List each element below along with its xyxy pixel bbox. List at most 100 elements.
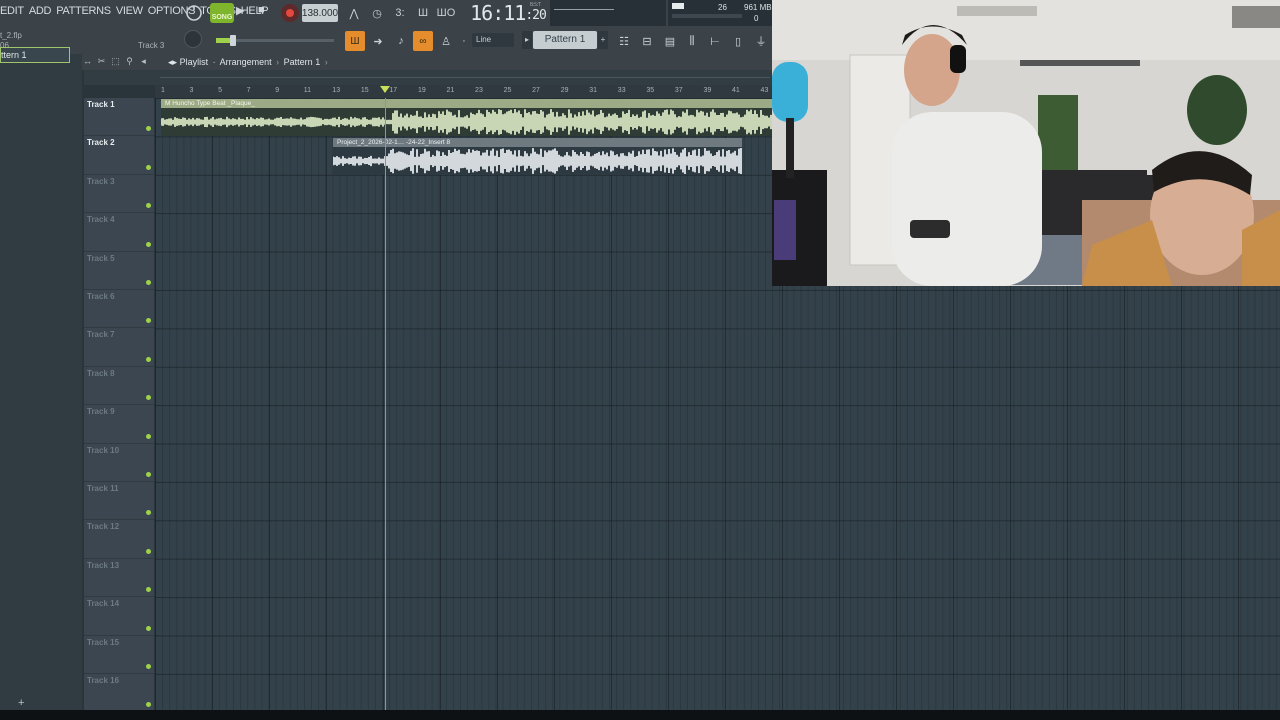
slip-tool-icon[interactable]: ↔ bbox=[82, 56, 93, 67]
track-header[interactable]: Track 8 bbox=[84, 367, 154, 406]
rack-icon: ⊟ bbox=[642, 35, 652, 48]
metronome-icon: ⋀ bbox=[349, 7, 359, 20]
track-header[interactable]: Track 6 bbox=[84, 290, 154, 329]
playback-tool-icon[interactable]: ◂ bbox=[138, 56, 149, 67]
step-edit-button[interactable]: Ш bbox=[413, 3, 433, 23]
track-header[interactable]: Track 2 bbox=[84, 136, 154, 175]
select-tool-icon[interactable]: ⬚ bbox=[110, 56, 121, 67]
track-mute-indicator[interactable] bbox=[146, 510, 151, 516]
cpu-meter bbox=[672, 14, 742, 18]
track-name: Track 7 bbox=[87, 330, 115, 340]
track-header[interactable]: Track 13 bbox=[84, 559, 154, 598]
audio-clip[interactable]: Project_2_2026-02-1… -24-22_Insert 8 bbox=[333, 138, 742, 175]
zoom-tool-icon[interactable]: ⚲ bbox=[124, 56, 135, 67]
track-mute-indicator[interactable] bbox=[146, 164, 151, 170]
track-mute-indicator[interactable] bbox=[146, 433, 151, 439]
audio-clip[interactable]: M Huncho Type Beat _Plaque_ bbox=[161, 99, 772, 136]
track-header[interactable]: Track 7 bbox=[84, 328, 154, 367]
pitch-knob[interactable] bbox=[184, 30, 202, 48]
playlist-view: Arrangement bbox=[219, 57, 272, 67]
track-mute-indicator[interactable] bbox=[146, 702, 151, 708]
track-mute-indicator[interactable] bbox=[146, 625, 151, 631]
song-mode-toggle[interactable]: SONG bbox=[210, 3, 234, 23]
channel-rack-button[interactable]: ⊟ bbox=[637, 31, 657, 51]
slice-tool-icon[interactable]: ✂ bbox=[96, 56, 107, 67]
pattern-prev-button[interactable]: ▸ bbox=[522, 31, 532, 49]
track-header-column: Track 1 Track 2 Track 3 Track 4 Track 5 Track… bbox=[84, 98, 154, 713]
playhead-marker[interactable] bbox=[380, 86, 390, 93]
ruler-bar-number: 37 bbox=[674, 87, 683, 94]
track-name: Track 2 bbox=[87, 138, 115, 148]
stamp-icon: ♙ bbox=[441, 35, 451, 48]
track-header[interactable]: Track 11 bbox=[84, 482, 154, 521]
wait-button[interactable]: ◷ bbox=[367, 3, 387, 23]
pattern-selector[interactable]: Pattern 1 bbox=[533, 31, 597, 49]
countdown-icon: 3: bbox=[395, 7, 405, 19]
loop-record-button[interactable]: ШΟ bbox=[436, 3, 456, 23]
pattern-add-button[interactable]: + bbox=[598, 31, 608, 49]
playhead-line bbox=[385, 98, 386, 710]
document-icon: ▯ bbox=[734, 35, 742, 48]
arrow-button[interactable]: ➜ bbox=[368, 31, 388, 51]
clip-waveform bbox=[333, 147, 742, 175]
track-header[interactable]: Track 9 bbox=[84, 405, 154, 444]
track-header[interactable]: Track 12 bbox=[84, 520, 154, 559]
track-mute-indicator[interactable] bbox=[146, 318, 151, 324]
step-icon: Ш bbox=[417, 7, 429, 19]
track-header[interactable]: Track 14 bbox=[84, 597, 154, 636]
stop-icon: ■ bbox=[258, 4, 265, 16]
bar-ruler[interactable]: 1 3 5 7 9 11 13 15 17 19 21 23 25 27 29 31 33 35 37 39 41 43 bbox=[155, 85, 772, 98]
main-volume-knob[interactable] bbox=[184, 3, 204, 23]
loop-icon: ШΟ bbox=[436, 7, 456, 19]
track-header[interactable]: Track 3 bbox=[84, 175, 154, 214]
metronome-button[interactable]: ⋀ bbox=[344, 3, 364, 23]
waveform-graphic bbox=[161, 109, 772, 135]
track-mute-indicator[interactable] bbox=[146, 126, 151, 132]
track-header[interactable]: Track 15 bbox=[84, 636, 154, 674]
track-header[interactable]: Track 1 bbox=[84, 98, 154, 137]
ruler-bar-number: 19 bbox=[417, 87, 426, 94]
menu-view[interactable]: VIEW bbox=[116, 5, 143, 17]
record-button[interactable] bbox=[281, 4, 299, 22]
track-mute-indicator[interactable] bbox=[146, 203, 151, 209]
playlist-pattern[interactable]: Pattern 1 bbox=[284, 57, 321, 67]
snap-menu-arrow[interactable]: · bbox=[458, 31, 470, 51]
pattern-list-item[interactable]: ttern 1 bbox=[0, 47, 70, 63]
plugin-button[interactable]: ⏚ bbox=[751, 31, 771, 51]
track-mute-indicator[interactable] bbox=[146, 356, 151, 362]
menu-add[interactable]: ADD bbox=[29, 5, 52, 17]
pattern-song-button[interactable]: Ш bbox=[345, 31, 365, 51]
track-name: Track 11 bbox=[87, 484, 119, 493]
snap-select[interactable]: Line bbox=[472, 33, 514, 47]
track-mute-indicator[interactable] bbox=[146, 587, 151, 593]
menu-edit[interactable]: EDIT bbox=[0, 5, 24, 17]
track-mute-indicator[interactable] bbox=[146, 279, 151, 285]
stamp-button[interactable]: ♙ bbox=[436, 31, 456, 51]
project-button[interactable]: ▯ bbox=[728, 31, 748, 51]
ruler-bar-number: 33 bbox=[617, 87, 626, 94]
track-mute-indicator[interactable] bbox=[146, 548, 151, 554]
track-header[interactable]: Track 16 bbox=[84, 674, 154, 713]
track-mute-indicator[interactable] bbox=[146, 471, 151, 477]
play-button[interactable]: ▶ bbox=[236, 4, 244, 17]
track-mute-indicator[interactable] bbox=[146, 663, 151, 669]
track-mute-indicator[interactable] bbox=[146, 241, 151, 247]
track-header[interactable]: Track 10 bbox=[84, 444, 154, 482]
ruler-bar-number: 3 bbox=[189, 87, 194, 94]
add-pattern-button[interactable]: + bbox=[0, 697, 82, 710]
track-header[interactable]: Track 5 bbox=[84, 252, 154, 290]
playlist-window-button[interactable]: ☷ bbox=[614, 31, 634, 51]
countdown-button[interactable]: 3: bbox=[390, 3, 410, 23]
tempo-display[interactable]: 138.000 bbox=[302, 4, 338, 22]
typing-keyboard-button[interactable]: ♪ bbox=[391, 31, 411, 51]
stop-button[interactable]: ■ bbox=[258, 4, 265, 16]
link-button[interactable]: ∞ bbox=[413, 31, 433, 51]
piano-roll-button[interactable]: ▤ bbox=[660, 31, 680, 51]
mixer-button[interactable]: ⫼ bbox=[682, 31, 702, 51]
track-header[interactable]: Track 4 bbox=[84, 213, 154, 252]
pin-icon: ◂▸ bbox=[168, 57, 178, 67]
menu-patterns[interactable]: PATTERNS bbox=[56, 5, 111, 17]
browser-button[interactable]: ⊢ bbox=[705, 31, 725, 51]
slider-handle[interactable] bbox=[230, 35, 236, 46]
track-mute-indicator[interactable] bbox=[146, 395, 151, 401]
